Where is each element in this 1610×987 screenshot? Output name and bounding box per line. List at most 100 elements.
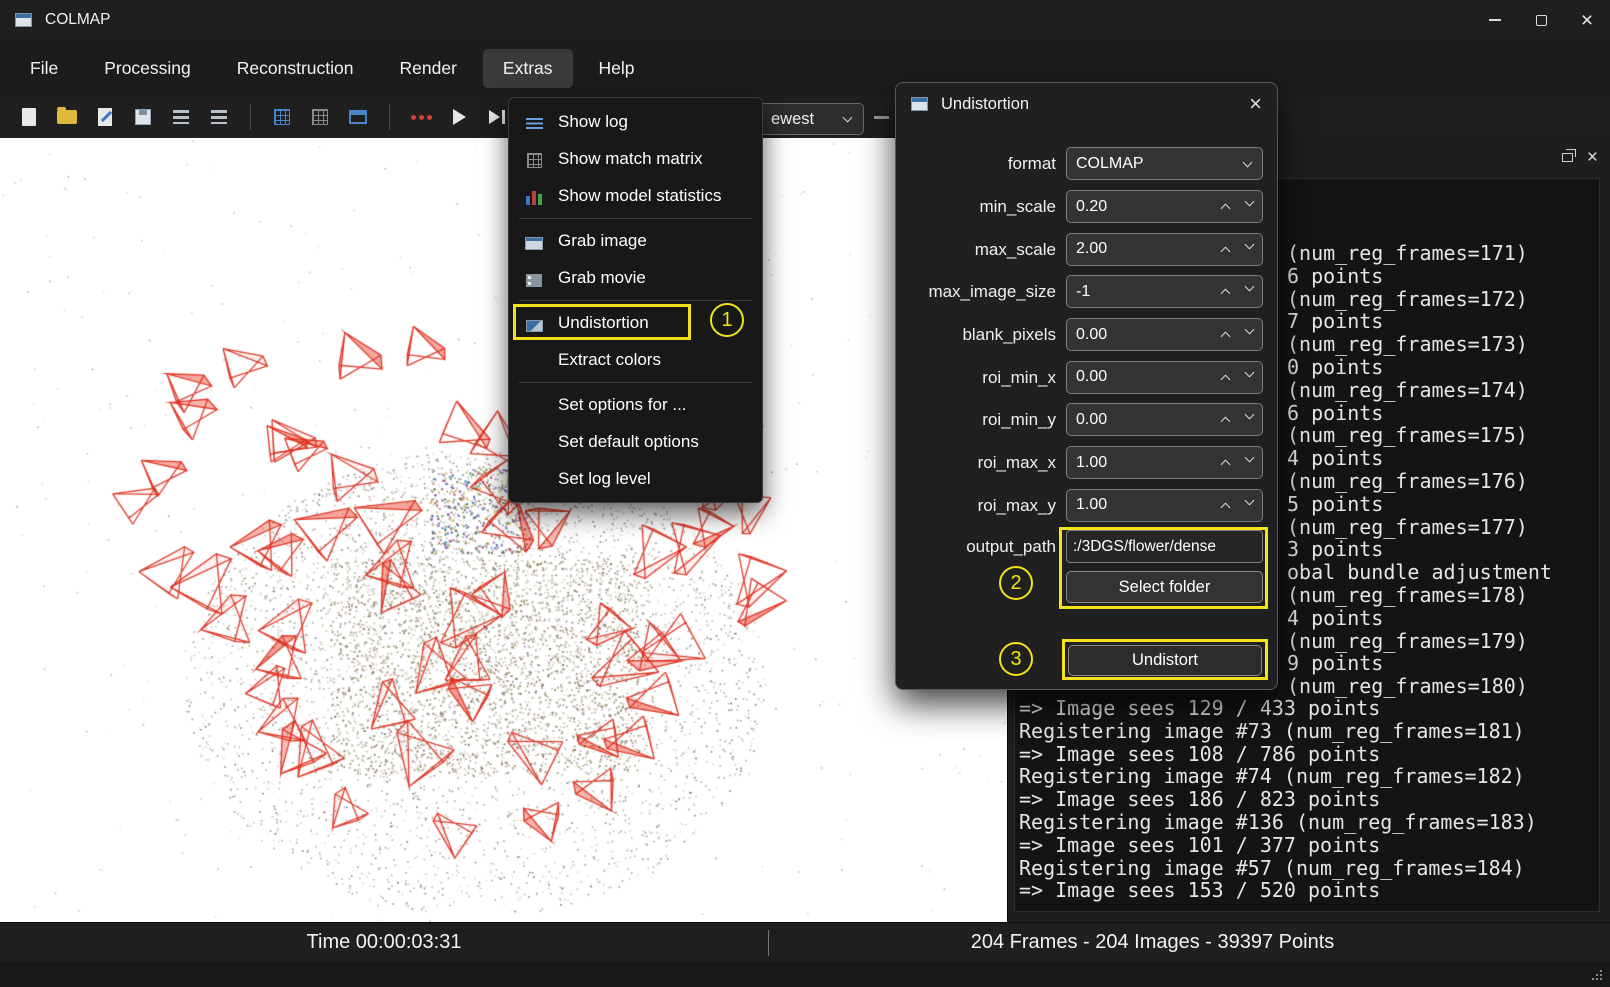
format-value: COLMAP — [1076, 155, 1240, 173]
log-line: 4 points — [1287, 447, 1552, 470]
edit-project-button[interactable] — [90, 102, 120, 132]
spinbox[interactable]: 1.00 — [1066, 489, 1263, 522]
menu-item-show-model-statistics[interactable]: Show model statistics — [509, 177, 762, 214]
menu-processing[interactable]: Processing — [84, 49, 211, 88]
reconstruction-options-button[interactable] — [406, 102, 436, 132]
log-line: (num_reg_frames=172) — [1287, 288, 1552, 311]
log-full-lines: => Image sees 129 / 433 pointsRegisterin… — [1019, 697, 1537, 902]
spin-up-icon[interactable] — [1218, 244, 1232, 255]
spin-down-icon[interactable] — [1242, 329, 1256, 340]
export-model-button[interactable] — [204, 102, 234, 132]
menu-help[interactable]: Help — [579, 49, 655, 88]
spin-up-icon[interactable] — [1218, 457, 1232, 468]
feature-extraction-button[interactable] — [267, 102, 297, 132]
undistort-button[interactable]: Undistort — [1068, 645, 1262, 676]
log-line: => Image sees 108 / 786 points — [1019, 743, 1537, 766]
spin-up-icon[interactable] — [1218, 414, 1232, 425]
spin-down-icon[interactable] — [1242, 372, 1256, 383]
red-dots-icon — [411, 115, 416, 120]
menu-item-set-options-for[interactable]: Set options for ... — [509, 386, 762, 423]
no-icon — [523, 396, 545, 414]
log-line: 0 points — [1287, 356, 1552, 379]
grab-image-icon — [523, 232, 545, 250]
menu-render[interactable]: Render — [380, 49, 477, 88]
field-label: max_image_size — [896, 275, 1056, 308]
menu-item-grab-movie[interactable]: Grab movie — [509, 259, 762, 296]
window-controls: × — [1472, 0, 1610, 40]
log-line: 4 points — [1287, 607, 1552, 630]
spin-up-icon[interactable] — [1218, 372, 1232, 383]
spin-up-icon[interactable] — [1218, 201, 1232, 212]
spin-value: 1.00 — [1076, 496, 1218, 514]
spin-value: 1.00 — [1076, 454, 1218, 472]
open-project-button[interactable] — [52, 102, 82, 132]
feature-matching-button[interactable] — [305, 102, 335, 132]
dash-icon — [874, 116, 889, 119]
spin-up-icon[interactable] — [1218, 500, 1232, 511]
log-line: (num_reg_frames=174) — [1287, 379, 1552, 402]
app-icon — [15, 13, 32, 27]
dialog-close-button[interactable]: × — [1249, 93, 1262, 115]
export-icon — [211, 110, 227, 124]
menu-item-grab-image[interactable]: Grab image — [509, 222, 762, 259]
spin-down-icon[interactable] — [1242, 414, 1256, 425]
spin-down-icon[interactable] — [1242, 286, 1256, 297]
undistortion-icon — [523, 314, 545, 332]
status-model-stats: 204 Frames - 204 Images - 39397 Points — [769, 931, 1536, 954]
no-icon — [523, 351, 545, 369]
spinbox[interactable]: 2.00 — [1066, 233, 1263, 266]
save-project-button[interactable] — [128, 102, 158, 132]
new-project-button[interactable] — [14, 102, 44, 132]
viewport-canvas[interactable] — [0, 138, 1007, 922]
close-button[interactable]: × — [1564, 0, 1610, 40]
spin-value: -1 — [1076, 283, 1218, 301]
spin-down-icon[interactable] — [1242, 244, 1256, 255]
start-reconstruction-button[interactable] — [444, 102, 474, 132]
minimize-button[interactable] — [1472, 0, 1518, 40]
format-combobox[interactable]: COLMAP — [1066, 147, 1263, 180]
import-model-button[interactable] — [166, 102, 196, 132]
log-clipped-lines: (num_reg_frames=171)6 points(num_reg_fra… — [1287, 242, 1552, 698]
spin-down-icon[interactable] — [1242, 201, 1256, 212]
spin-up-icon[interactable] — [1218, 329, 1232, 340]
skip-end-icon — [489, 110, 505, 124]
render-settings-button[interactable] — [866, 102, 896, 132]
output-path-input[interactable] — [1066, 530, 1263, 563]
menu-reconstruction[interactable]: Reconstruction — [217, 49, 374, 88]
float-panel-icon[interactable] — [1562, 153, 1573, 162]
spinbox[interactable]: 0.00 — [1066, 318, 1263, 351]
close-panel-icon[interactable]: × — [1587, 148, 1598, 167]
select-folder-button[interactable]: Select folder — [1066, 571, 1263, 603]
resize-grip-icon[interactable] — [1592, 970, 1604, 982]
dialog-spin-row: max_image_size -1 — [896, 275, 1277, 308]
model-viewport[interactable] — [0, 138, 1007, 922]
spin-up-icon[interactable] — [1218, 286, 1232, 297]
menu-item-extract-colors[interactable]: Extract colors — [509, 341, 762, 378]
log-line: 7 points — [1287, 310, 1552, 333]
close-icon: × — [1581, 10, 1593, 31]
database-button[interactable] — [343, 102, 373, 132]
spinbox[interactable]: 0.00 — [1066, 361, 1263, 394]
spin-down-icon[interactable] — [1242, 457, 1256, 468]
menu-bar: File Processing Reconstruction Render Ex… — [0, 40, 1610, 96]
log-line: 6 points — [1287, 402, 1552, 425]
menu-item-show-match-matrix[interactable]: Show match matrix — [509, 140, 762, 177]
spin-value: 2.00 — [1076, 240, 1218, 258]
spinbox[interactable]: -1 — [1066, 275, 1263, 308]
spinbox[interactable]: 0.00 — [1066, 403, 1263, 436]
maximize-button[interactable] — [1518, 0, 1564, 40]
status-bar: Time 00:00:03:31 204 Frames - 204 Images… — [0, 922, 1610, 962]
spinbox[interactable]: 1.00 — [1066, 446, 1263, 479]
log-line: => Image sees 153 / 520 points — [1019, 879, 1537, 902]
save-icon — [135, 109, 151, 125]
menu-item-label: Show match matrix — [558, 149, 703, 169]
menu-item-set-log-level[interactable]: Set log level — [509, 460, 762, 497]
menu-file[interactable]: File — [10, 49, 78, 88]
spinbox[interactable]: 0.20 — [1066, 190, 1263, 223]
menu-item-show-log[interactable]: Show log — [509, 103, 762, 140]
menu-item-set-default-options[interactable]: Set default options — [509, 423, 762, 460]
menu-extras[interactable]: Extras — [483, 49, 573, 88]
field-label: roi_min_y — [896, 403, 1056, 436]
menu-separator — [519, 218, 752, 219]
spin-down-icon[interactable] — [1242, 500, 1256, 511]
